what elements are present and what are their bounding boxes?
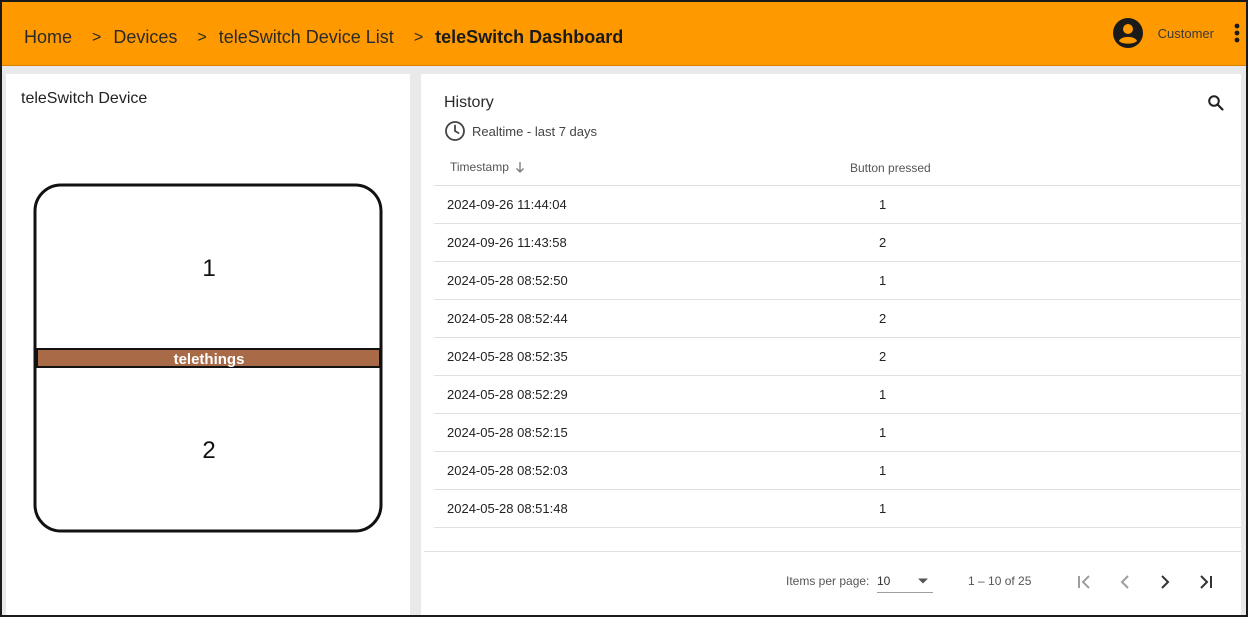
table-row[interactable]: 2024-05-28 08:51:48 1	[434, 490, 1241, 528]
breadcrumb-separator: >	[413, 28, 424, 46]
table-body: 2024-09-26 11:44:04 1 2024-09-26 11:43:58 2…	[434, 186, 1241, 528]
items-per-page-value: 10	[877, 573, 891, 588]
column-header-timestamp-label: Timestamp	[450, 160, 509, 174]
breadcrumb: Home > Devices > teleSwitch Device List …	[24, 0, 623, 75]
button-pressed-cell: 2	[879, 311, 887, 326]
more-vertical-icon[interactable]	[1232, 21, 1242, 45]
timestamp-cell: 2024-05-28 08:51:48	[447, 501, 568, 516]
timestamp-cell: 2024-05-28 08:52:29	[447, 387, 568, 402]
top-bar: Home > Devices > teleSwitch Device List …	[0, 0, 1248, 66]
timestamp-cell: 2024-05-28 08:52:44	[447, 311, 568, 326]
button-pressed-cell: 1	[879, 463, 887, 478]
timestamp-cell: 2024-05-28 08:52:50	[447, 273, 568, 288]
page-range-label: 1 – 10 of 25	[968, 574, 1032, 588]
table-row[interactable]: 2024-09-26 11:43:58 2	[434, 224, 1241, 262]
timestamp-cell: 2024-05-28 08:52:15	[447, 425, 568, 440]
device-widget-title: teleSwitch Device	[21, 90, 148, 107]
button-pressed-cell: 1	[879, 197, 887, 212]
teleswitch-device-graphic: telethings 1 2	[33, 183, 383, 533]
footer-divider	[424, 551, 1241, 552]
account-circle-icon[interactable]	[1112, 17, 1144, 49]
timestamp-cell: 2024-05-28 08:52:35	[447, 349, 568, 364]
switch-button-1-label: 1	[202, 255, 215, 282]
table-row[interactable]: 2024-05-28 08:52:35 2	[434, 338, 1241, 376]
brand-label: telethings	[174, 351, 245, 368]
user-role-label[interactable]: Customer	[1158, 26, 1214, 41]
breadcrumb-device-list[interactable]: teleSwitch Device List	[219, 27, 394, 48]
breadcrumb-separator: >	[92, 28, 102, 46]
last-page-icon[interactable]	[1193, 570, 1217, 594]
timestamp-cell: 2024-09-26 11:44:04	[447, 197, 567, 212]
button-pressed-cell: 1	[879, 501, 887, 516]
items-per-page-label: Items per page:	[786, 574, 870, 588]
device-widget: teleSwitch Device telethings 1 2	[6, 74, 410, 615]
table-row[interactable]: 2024-05-28 08:52:29 1	[434, 376, 1241, 414]
paginator: Items per page: 10 1 – 10 of 25	[421, 569, 1241, 599]
table-row[interactable]: 2024-05-28 08:52:44 2	[434, 300, 1241, 338]
column-header-timestamp[interactable]: Timestamp	[450, 160, 525, 174]
breadcrumb-home[interactable]: Home	[24, 27, 72, 48]
button-pressed-cell: 1	[879, 387, 887, 402]
user-menu[interactable]: Customer	[1112, 16, 1248, 50]
table-row[interactable]: 2024-05-28 08:52:15 1	[434, 414, 1241, 452]
search-icon[interactable]	[1207, 94, 1227, 114]
breadcrumb-devices[interactable]: Devices	[113, 27, 177, 48]
timewindow-label: Realtime - last 7 days	[472, 123, 597, 139]
clock-icon	[445, 121, 465, 141]
items-per-page-select[interactable]: 10	[877, 569, 933, 593]
previous-page-icon[interactable]	[1113, 570, 1137, 594]
breadcrumb-separator: >	[197, 28, 207, 46]
button-pressed-cell: 1	[879, 425, 887, 440]
switch-button-2-label: 2	[202, 437, 215, 464]
button-pressed-cell: 1	[879, 273, 887, 288]
table-row[interactable]: 2024-05-28 08:52:03 1	[434, 452, 1241, 490]
table-row[interactable]: 2024-09-26 11:44:04 1	[434, 186, 1241, 224]
button-pressed-cell: 2	[879, 235, 887, 250]
button-pressed-cell: 2	[879, 349, 887, 364]
table-row[interactable]: 2024-05-28 08:52:50 1	[434, 262, 1241, 300]
next-page-icon[interactable]	[1153, 570, 1177, 594]
breadcrumb-current: teleSwitch Dashboard	[435, 27, 624, 47]
chevron-down-icon	[918, 578, 928, 583]
timestamp-cell: 2024-05-28 08:52:03	[447, 463, 568, 478]
timewindow-selector[interactable]: Realtime - last 7 days	[444, 120, 597, 142]
sort-descending-icon	[515, 162, 524, 173]
history-title: History	[444, 94, 494, 111]
timestamp-cell: 2024-09-26 11:43:58	[447, 235, 567, 250]
history-widget: History Realtime - last 7 days Timestamp…	[421, 74, 1241, 615]
column-header-button-pressed[interactable]: Button pressed	[850, 161, 931, 175]
first-page-icon[interactable]	[1073, 570, 1097, 594]
table-header: Timestamp Button pressed	[434, 154, 1241, 186]
